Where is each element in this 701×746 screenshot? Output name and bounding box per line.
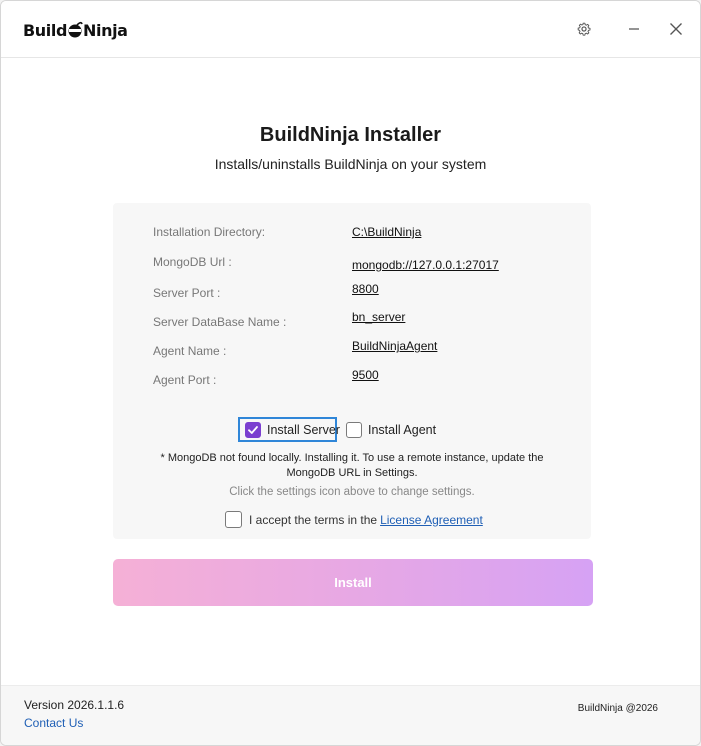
install-server-checkbox[interactable]: Install Server: [245, 422, 340, 438]
logo-text-ninja: Ninja: [83, 20, 128, 40]
mongodb-url-label: MongoDB Url :: [153, 255, 232, 269]
install-agent-checkbox-box[interactable]: [346, 422, 362, 438]
title-bar: Build Ninja: [1, 1, 700, 58]
settings-hint: Click the settings icon above to change …: [229, 486, 475, 498]
agent-name-value[interactable]: BuildNinjaAgent: [352, 339, 437, 353]
settings-panel: Installation Directory: C:\BuildNinja Mo…: [113, 203, 591, 539]
ninja-logo-icon: [68, 21, 83, 38]
close-button[interactable]: [662, 15, 690, 43]
gear-icon: [577, 22, 591, 36]
install-agent-checkbox[interactable]: Install Agent: [346, 422, 436, 438]
app-logo: Build Ninja: [23, 19, 128, 41]
checkmark-icon: [248, 426, 258, 434]
minimize-icon: [629, 28, 639, 30]
page-title: BuildNinja Installer: [259, 124, 442, 146]
accept-terms-label: I accept the terms in the: [249, 512, 378, 527]
version-text: Version 2026.1.1.6: [24, 698, 125, 712]
installation-directory-value[interactable]: C:\BuildNinja: [352, 225, 421, 239]
minimize-button[interactable]: [620, 15, 648, 43]
mongodb-note-line-1: * MongoDB not found locally. Installing …: [160, 452, 544, 464]
agent-port-value[interactable]: 9500: [352, 368, 379, 382]
agent-name-label: Agent Name :: [153, 344, 227, 358]
copyright-text: BuildNinja @2026: [577, 703, 658, 714]
install-server-label: Install Server: [267, 423, 340, 437]
install-button[interactable]: Install: [113, 559, 593, 606]
mongodb-warning-note: * MongoDB not found locally. Installing …: [153, 451, 551, 481]
install-server-checkbox-box[interactable]: [245, 422, 261, 438]
logo-text-build: Build: [23, 20, 68, 40]
accept-terms[interactable]: I accept the terms in the License Agreem…: [225, 511, 483, 528]
server-port-value[interactable]: 8800: [352, 282, 379, 296]
contact-us-link[interactable]: Contact Us: [24, 716, 83, 730]
settings-button[interactable]: [570, 15, 598, 43]
agent-port-label: Agent Port :: [153, 373, 217, 387]
footer: Version 2026.1.1.6 Contact Us BuildNinja…: [1, 685, 700, 745]
installer-window: Build Ninja BuildNinja Installer Install…: [0, 0, 701, 746]
close-icon: [670, 23, 682, 35]
server-database-name-value[interactable]: bn_server: [352, 310, 405, 324]
install-agent-label: Install Agent: [368, 423, 437, 437]
accept-terms-checkbox[interactable]: [225, 511, 242, 528]
mongodb-url-value[interactable]: mongodb://127.0.0.1:27017: [352, 258, 499, 272]
mongodb-note-line-2: MongoDB URL in Settings.: [286, 467, 418, 479]
server-database-name-label: Server DataBase Name :: [153, 315, 287, 329]
server-port-label: Server Port :: [153, 286, 221, 300]
page-subtitle: Installs/uninstalls BuildNinja on your s…: [214, 156, 487, 172]
license-agreement-link[interactable]: License Agreement: [380, 513, 483, 527]
installation-directory-label: Installation Directory:: [153, 225, 266, 239]
